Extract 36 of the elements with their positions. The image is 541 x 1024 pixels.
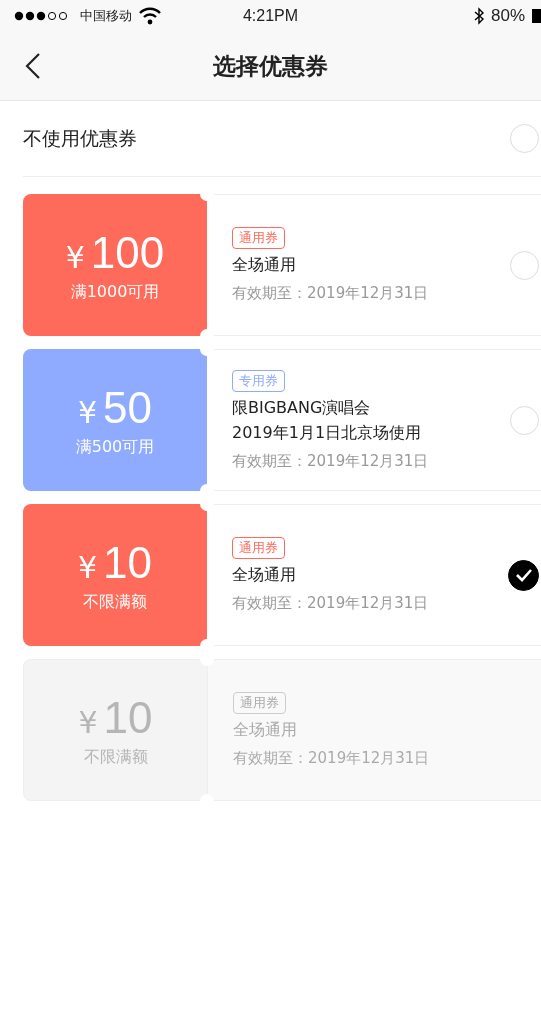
coupon-amount: 10 — [103, 537, 152, 588]
coupon-tag: 专用券 — [232, 369, 285, 392]
wifi-icon — [138, 7, 162, 25]
radio-button[interactable] — [508, 559, 539, 591]
coupon-amount: 50 — [103, 382, 152, 433]
coupon-scope: 2019年1月1日北京场使用 — [232, 422, 422, 444]
coupon-condition: 不限满额 — [83, 591, 147, 613]
option-label: 不使用优惠券 — [23, 125, 137, 151]
currency-symbol: ¥ — [77, 394, 98, 430]
currency-symbol: ¥ — [65, 239, 85, 275]
validity-date: 有效期至：2019年12月31日 — [232, 284, 429, 303]
battery-percent: 80% — [490, 6, 525, 26]
validity-date: 有效期至：2019年12月31日 — [232, 451, 429, 471]
coupon-tag: 通用券 — [232, 227, 285, 249]
coupon-scope: 全场通用 — [233, 720, 297, 741]
coupon-scope: 全场通用 — [232, 255, 296, 276]
battery-icon — [531, 7, 541, 25]
coupon-condition: 满500可用 — [75, 436, 155, 458]
coupon-tag: 通用券 — [232, 537, 285, 559]
carrier-name: 中国移动 — [80, 7, 132, 25]
coupon-scope: 限BIGBANG演唱会 — [232, 397, 371, 419]
bluetooth-icon — [472, 7, 485, 25]
validity-date: 有效期至：2019年12月31日 — [233, 749, 430, 768]
currency-symbol: ¥ — [77, 549, 98, 585]
currency-symbol: ¥ — [78, 704, 98, 740]
coupon-amount: 10 — [103, 692, 153, 743]
status-time: 4:21PM — [242, 7, 299, 25]
back-icon[interactable] — [25, 52, 41, 80]
coupon-tag: 通用券 — [233, 692, 286, 714]
check-icon — [514, 568, 533, 582]
coupon-condition: 不限满额 — [83, 746, 148, 768]
coupon-condition: 满1000可用 — [70, 281, 160, 303]
validity-date: 有效期至：2019年12月31日 — [232, 594, 429, 613]
coupon-amount: 100 — [90, 227, 165, 278]
coupon-scope: 全场通用 — [232, 565, 296, 586]
page-title: 选择优惠券 — [213, 51, 328, 81]
